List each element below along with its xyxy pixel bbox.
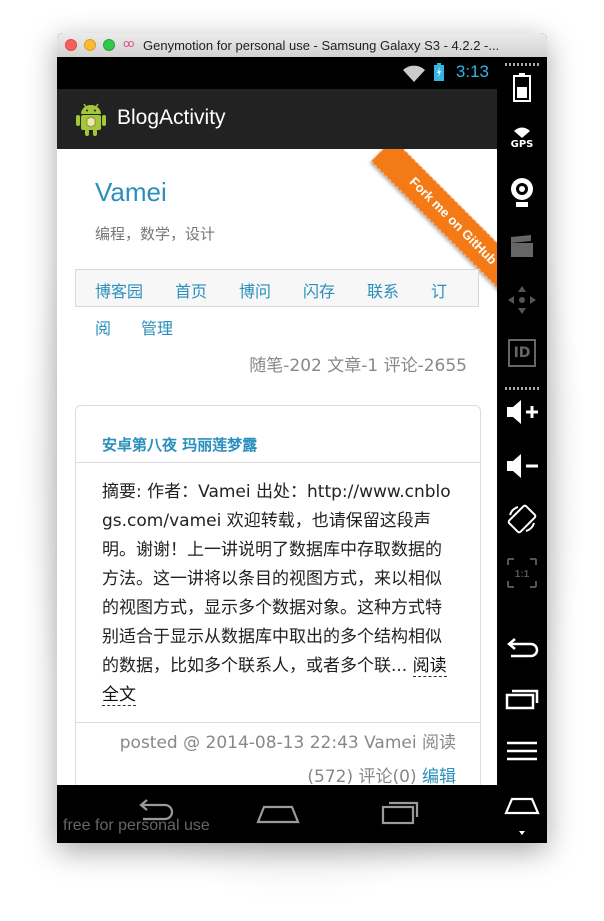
scroll-down-icon[interactable] bbox=[497, 829, 547, 837]
volume-down-icon[interactable] bbox=[497, 451, 547, 481]
nav-contact[interactable]: 联系 bbox=[367, 278, 399, 302]
nav-subscribe-part1[interactable]: 订 bbox=[431, 278, 447, 302]
volume-up-icon[interactable] bbox=[497, 397, 547, 427]
dpad-icon[interactable] bbox=[497, 285, 547, 315]
zoom-window-button[interactable] bbox=[103, 39, 115, 51]
video-capture-icon[interactable] bbox=[497, 233, 547, 259]
nav-home[interactable]: 首页 bbox=[175, 278, 207, 302]
blog-title[interactable]: Vamei bbox=[95, 177, 167, 208]
gps-label: GPS bbox=[510, 139, 534, 150]
home-icon[interactable] bbox=[255, 797, 301, 827]
post-footer-counts: (572) 评论(0) 编辑 bbox=[307, 762, 456, 785]
genymotion-side-toolbar: GPS ID 1:1 bbox=[497, 57, 547, 843]
divider bbox=[76, 722, 480, 723]
menu-icon[interactable] bbox=[497, 739, 547, 763]
back-icon[interactable] bbox=[497, 637, 547, 661]
action-bar: BlogActivity bbox=[57, 89, 497, 150]
nav-manage[interactable]: 管理 bbox=[141, 315, 173, 339]
rotate-icon[interactable] bbox=[497, 503, 547, 535]
summary-text: 摘要: 作者：Vamei 出处：http://www.cnblogs.com/v… bbox=[102, 482, 451, 676]
post-title[interactable]: 安卓第八夜 玛丽莲梦露 bbox=[102, 434, 257, 455]
webcam-icon[interactable] bbox=[497, 177, 547, 209]
post-card: 安卓第八夜 玛丽莲梦露 摘要: 作者：Vamei 出处：http://www.c… bbox=[75, 405, 481, 785]
nav-subscribe-part2[interactable]: 阅 bbox=[95, 315, 111, 339]
nav-flash[interactable]: 闪存 bbox=[303, 278, 335, 302]
minimize-window-button[interactable] bbox=[84, 39, 96, 51]
blog-webview[interactable]: Vamei 编程，数学，设计 Fork me on GitHub 博客园 首页 … bbox=[57, 149, 497, 785]
power-icon[interactable] bbox=[497, 73, 547, 103]
genymotion-window: oo Genymotion for personal use - Samsung… bbox=[57, 33, 547, 843]
id-label: ID bbox=[508, 339, 536, 367]
android-icon[interactable] bbox=[75, 101, 107, 137]
android-nav-bar: free for personal use bbox=[57, 785, 497, 843]
window-titlebar: oo Genymotion for personal use - Samsung… bbox=[57, 33, 547, 58]
device-screen: 3:13 BlogActivity Vamei 编程，数学，设计 Fork me bbox=[57, 57, 497, 843]
blog-stats: 随笔-202 文章-1 评论-2655 bbox=[249, 356, 467, 376]
gps-icon[interactable]: GPS bbox=[497, 127, 547, 150]
scale-icon[interactable]: 1:1 bbox=[497, 557, 547, 589]
nav-q-and-a[interactable]: 博问 bbox=[239, 278, 271, 302]
divider bbox=[76, 462, 480, 463]
id-icon[interactable]: ID bbox=[497, 339, 547, 367]
close-window-button[interactable] bbox=[65, 39, 77, 51]
edit-link[interactable]: 编辑 bbox=[422, 767, 456, 785]
recent-apps-icon[interactable] bbox=[497, 687, 547, 711]
watermark-text: free for personal use bbox=[63, 817, 210, 834]
app-title: BlogActivity bbox=[117, 106, 226, 129]
genymotion-logo-icon: oo bbox=[123, 37, 135, 50]
battery-icon bbox=[434, 63, 444, 81]
status-time: 3:13 bbox=[455, 62, 489, 81]
grip-dots bbox=[505, 63, 539, 66]
scale-label: 1:1 bbox=[515, 569, 530, 580]
home-icon[interactable] bbox=[497, 793, 547, 815]
wifi-icon bbox=[403, 65, 425, 82]
post-summary: 摘要: 作者：Vamei 出处：http://www.cnblogs.com/v… bbox=[102, 478, 458, 710]
nav-cnblogs[interactable]: 博客园 bbox=[95, 278, 143, 302]
post-counts: (572) 评论(0) bbox=[307, 767, 422, 785]
post-footer-meta: posted @ 2014-08-13 22:43 Vamei 阅读 bbox=[119, 733, 456, 753]
recent-apps-icon[interactable] bbox=[379, 797, 423, 827]
grip-dots bbox=[505, 387, 539, 390]
window-title: Genymotion for personal use - Samsung Ga… bbox=[143, 38, 500, 53]
status-bar: 3:13 bbox=[57, 57, 497, 89]
blog-subtitle: 编程，数学，设计 bbox=[95, 225, 216, 243]
